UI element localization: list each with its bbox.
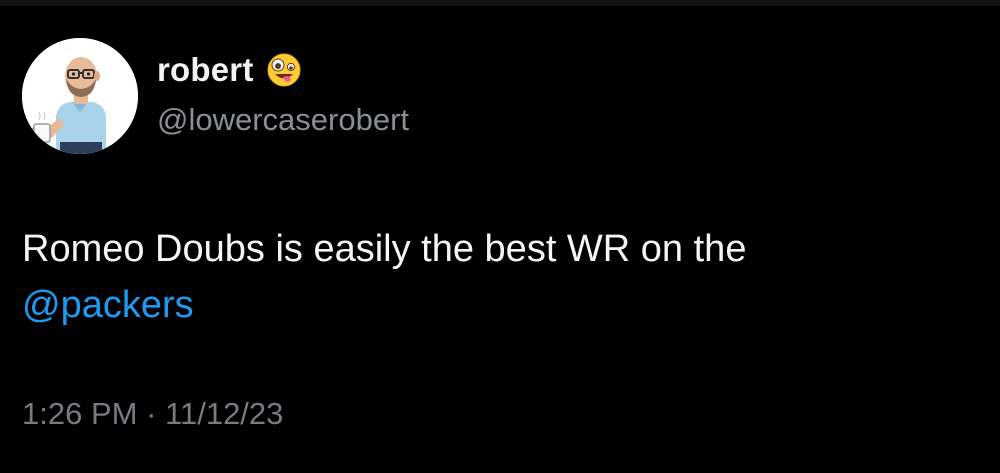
timestamp-separator: · [146,396,157,431]
tweet-text: Romeo Doubs is easily the best WR on the… [22,221,962,333]
user-handle[interactable]: @lowercaserobert [157,98,409,142]
zany-face-emoji-icon [266,52,302,88]
tweet-body: Romeo Doubs is easily the best WR on the [22,228,747,270]
avatar[interactable] [22,38,138,154]
tweet-date[interactable]: 11/12/23 [165,396,283,431]
tweet-card[interactable]: robert @lowercaserobert Romeo Doubs is e… [0,0,1000,473]
bitmoji-avatar-icon [22,38,138,154]
display-name-row[interactable]: robert [157,48,302,92]
tweet-time[interactable]: 1:26 PM [22,396,137,431]
tweet-timestamp[interactable]: 1:26 PM · 11/12/23 [22,392,283,436]
top-divider [0,0,1000,6]
mention-link[interactable]: @packers [22,284,194,326]
display-name[interactable]: robert [157,48,254,92]
